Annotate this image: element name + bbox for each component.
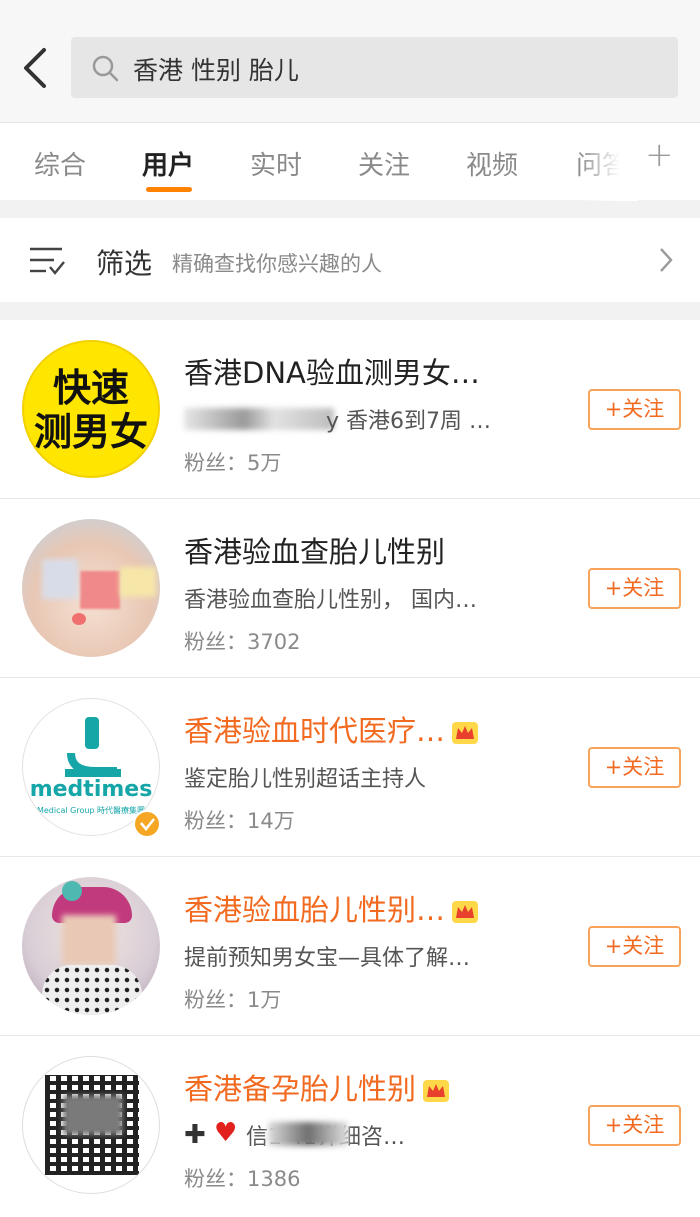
filter-description: 精确查找你感兴趣的人 <box>172 252 382 276</box>
brand-text: medtimes <box>29 777 153 802</box>
avatar[interactable]: 快速 测男女 <box>22 340 160 478</box>
microscope-logo-icon <box>65 717 121 777</box>
filter-row[interactable]: 筛选 精确查找你感兴趣的人 <box>0 218 700 302</box>
tab-comprehensive[interactable]: 综合 <box>34 145 86 182</box>
tab-following[interactable]: 关注 <box>358 145 410 182</box>
blurred-image <box>80 571 120 609</box>
tab-bar: 综合 用户 实时 关注 视频 问答 + <box>0 122 700 201</box>
tab-realtime[interactable]: 实时 <box>250 145 302 182</box>
filter-icon <box>30 247 65 275</box>
user-description: 提前预知男女宝—具体了解… <box>184 946 471 971</box>
back-arrow-icon[interactable] <box>18 46 54 90</box>
bow-shape <box>62 881 82 901</box>
user-row[interactable]: 香港验血胎儿性别… 提前预知男女宝—具体了解… 粉丝：1万 +关注 <box>0 857 700 1036</box>
follow-button[interactable]: +关注 <box>588 926 681 967</box>
tab-fade-overlay <box>578 123 638 201</box>
user-name[interactable]: 香港验血胎儿性别… <box>184 887 479 929</box>
vip-crown-icon <box>452 722 479 744</box>
blurred-image <box>120 567 156 597</box>
blurred-text <box>268 1122 348 1146</box>
fans-count: 粉丝：3702 <box>184 630 301 654</box>
plus-icon: ✚ <box>184 1120 206 1150</box>
tab-active-indicator <box>146 187 192 192</box>
user-description: 鉴定胎儿性别超话主持人 <box>184 767 427 792</box>
search-icon <box>92 55 119 82</box>
tab-users[interactable]: 用户 <box>142 145 194 182</box>
user-name-text: 香港备孕胎儿性别 <box>184 1072 417 1106</box>
avatar-text-line: 快速 <box>52 366 129 410</box>
heart-icon: ♥ <box>214 1118 238 1148</box>
user-row[interactable]: 快速 测男女 香港DNA验血测男女… y 香港6到7周 … 粉丝：5万 +关注 <box>0 320 700 499</box>
dotted-clothes <box>42 965 142 1015</box>
chevron-right-icon <box>660 248 673 272</box>
avatar[interactable] <box>22 519 160 657</box>
fans-count: 粉丝：5万 <box>184 451 282 475</box>
search-input[interactable]: 香港 性别 胎儿 <box>71 37 678 98</box>
user-row[interactable]: 香港验血查胎儿性别 香港验血查胎儿性别， 国内… 粉丝：3702 +关注 <box>0 499 700 678</box>
heart-decoration <box>72 613 86 625</box>
follow-button[interactable]: +关注 <box>588 568 681 609</box>
add-tab-icon[interactable]: + <box>645 135 674 175</box>
user-name[interactable]: 香港备孕胎儿性别 <box>184 1066 450 1108</box>
user-description: y 香港6到7周 … <box>326 409 492 434</box>
avatar-text: 快速 测男女 <box>24 366 158 454</box>
user-description: 香港验血查胎儿性别， 国内… <box>184 588 477 613</box>
search-query: 香港 性别 胎儿 <box>133 56 299 85</box>
vip-crown-icon <box>423 1080 450 1102</box>
blurred-image <box>63 1095 123 1135</box>
tab-video[interactable]: 视频 <box>466 145 518 182</box>
avatar-text-line: 测男女 <box>33 410 148 454</box>
user-name-text: 香港验血胎儿性别… <box>184 893 446 927</box>
user-name-text: 香港验血时代医疗… <box>184 714 446 748</box>
blurred-image <box>42 559 78 599</box>
avatar[interactable] <box>22 877 160 1015</box>
user-row[interactable]: medtimes Medical Group 時代醫療集團 香港验血时代医疗… … <box>0 678 700 857</box>
avatar[interactable] <box>22 1056 160 1194</box>
follow-button[interactable]: +关注 <box>588 389 681 430</box>
fans-count: 粉丝：1386 <box>184 1167 301 1191</box>
verified-badge-icon <box>133 810 161 838</box>
filter-title: 筛选 <box>96 247 153 280</box>
user-list: 快速 测男女 香港DNA验血测男女… y 香港6到7周 … 粉丝：5万 +关注 … <box>0 320 700 1217</box>
user-name[interactable]: 香港验血查胎儿性别 <box>184 529 445 571</box>
fans-count: 粉丝：1万 <box>184 988 282 1012</box>
user-name[interactable]: 香港DNA验血测男女… <box>184 350 480 392</box>
user-name[interactable]: 香港验血时代医疗… <box>184 708 479 750</box>
follow-button[interactable]: +关注 <box>588 747 681 788</box>
fans-count: 粉丝：14万 <box>184 809 295 833</box>
vip-crown-icon <box>452 901 479 923</box>
blurred-face <box>62 915 116 965</box>
top-bar: 香港 性别 胎儿 <box>0 0 700 122</box>
user-row[interactable]: 香港备孕胎儿性别 ✚ ♥ 信1 41详细咨… 粉丝：1386 +关注 <box>0 1036 700 1215</box>
follow-button[interactable]: +关注 <box>588 1105 681 1146</box>
blurred-text <box>184 408 334 430</box>
